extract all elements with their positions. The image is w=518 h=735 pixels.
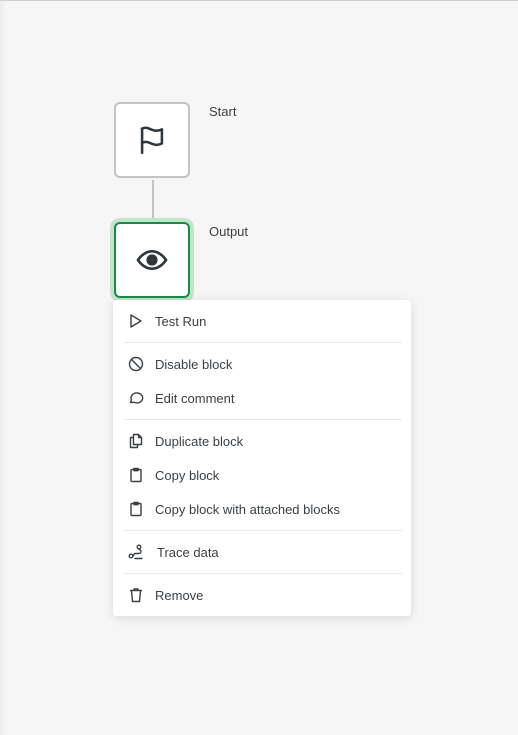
clipboard-icon <box>130 467 142 483</box>
menu-item-remove[interactable]: Remove <box>113 580 411 610</box>
menu-item-copy-block-with-attached[interactable]: Copy block with attached blocks <box>113 494 411 524</box>
menu-item-label: Trace data <box>157 544 219 560</box>
start-node[interactable] <box>114 102 190 178</box>
menu-divider <box>124 530 402 531</box>
menu-item-edit-comment[interactable]: Edit comment <box>113 383 411 413</box>
menu-item-duplicate-block[interactable]: Duplicate block <box>113 426 411 456</box>
trace-icon <box>128 544 143 560</box>
menu-item-disable-block[interactable]: Disable block <box>113 349 411 379</box>
duplicate-icon <box>129 433 143 449</box>
comment-icon <box>129 392 144 404</box>
menu-item-label: Copy block <box>155 467 220 483</box>
context-menu: Test Run Disable block Edit comment Dupl… <box>113 300 411 616</box>
flag-icon <box>140 126 164 155</box>
menu-item-label: Copy block with attached blocks <box>155 501 340 517</box>
menu-item-label: Disable block <box>155 356 233 372</box>
trash-icon <box>130 588 142 603</box>
start-node-label: Start <box>209 104 237 119</box>
menu-divider <box>124 419 402 420</box>
menu-item-label: Test Run <box>155 313 207 329</box>
menu-item-label: Duplicate block <box>155 433 244 449</box>
menu-divider <box>124 573 402 574</box>
clipboard-icon <box>130 501 142 517</box>
node-connector <box>152 180 154 218</box>
menu-divider <box>124 342 402 343</box>
eye-icon <box>136 249 168 271</box>
menu-item-test-run[interactable]: Test Run <box>113 306 411 336</box>
left-edge-shade <box>0 1 6 735</box>
play-icon <box>130 314 142 328</box>
menu-item-trace-data[interactable]: Trace data <box>113 537 411 567</box>
menu-item-copy-block[interactable]: Copy block <box>113 460 411 490</box>
top-border <box>0 0 518 1</box>
output-node-label: Output <box>209 224 249 239</box>
menu-item-label: Remove <box>155 587 204 603</box>
disable-icon <box>128 356 144 372</box>
menu-item-label: Edit comment <box>155 390 235 406</box>
output-node[interactable] <box>114 222 190 298</box>
